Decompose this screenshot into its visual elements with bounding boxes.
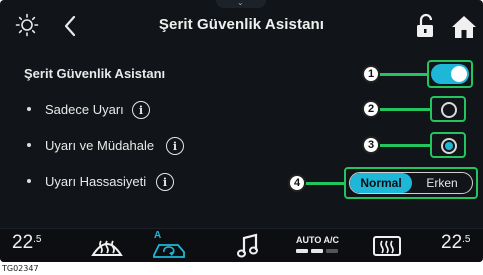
front-defrost-icon[interactable] xyxy=(90,232,124,260)
bullet xyxy=(27,107,31,111)
callout-3-leader xyxy=(380,144,431,147)
brightness-icon[interactable] xyxy=(14,12,40,38)
page-title: Şerit Güvenlik Asistanı xyxy=(158,16,325,33)
callout-1-leader xyxy=(380,73,428,76)
back-chevron-icon[interactable] xyxy=(60,13,80,39)
temp-right[interactable]: 22.5 xyxy=(441,232,470,254)
temp-left[interactable]: 22.5 xyxy=(12,232,41,254)
auto-recirc-badge: A xyxy=(154,230,162,241)
callout-2-marker: 2 xyxy=(362,100,380,118)
warning-sensitivity-label: Uyarı Hassasiyeti xyxy=(45,174,147,189)
lane-safety-assistant-label: Şerit Güvenlik Asistanı xyxy=(24,66,166,81)
info-icon[interactable]: i xyxy=(156,173,174,191)
infotainment-screen: ⌄ Şerit Güvenlik Asistanı Şerit Güvenlik… xyxy=(0,0,483,262)
auto-ac-label[interactable]: AUTO A/C xyxy=(296,235,339,245)
bullet xyxy=(27,179,31,183)
bullet xyxy=(27,143,31,147)
callout-4-highlight xyxy=(344,167,478,199)
info-icon[interactable]: i xyxy=(166,137,184,155)
callout-1-marker: 1 xyxy=(362,65,380,83)
callout-4-marker: 4 xyxy=(288,174,306,192)
info-icon[interactable]: i xyxy=(132,101,150,119)
temp-right-decimal: .5 xyxy=(462,234,471,245)
callout-3-marker: 3 xyxy=(362,136,380,154)
figure-code: TG02347 xyxy=(2,264,39,273)
header-bar: Şerit Güvenlik Asistanı xyxy=(0,0,483,58)
auto-ac-level-indicator xyxy=(296,249,338,253)
temp-right-value: 22 xyxy=(441,232,463,253)
warn-only-row[interactable]: Sadece Uyarı i xyxy=(0,94,483,128)
temp-left-value: 22 xyxy=(12,232,34,253)
callout-3-highlight xyxy=(430,132,466,158)
warn-only-label: Sadece Uyarı xyxy=(45,102,124,117)
temp-left-decimal: .5 xyxy=(33,234,42,245)
callout-2-highlight xyxy=(430,96,466,122)
home-icon[interactable] xyxy=(450,13,478,41)
callout-1-highlight xyxy=(427,60,473,88)
climate-bar: 22.5 A AUTO A/C 22.5 xyxy=(0,228,483,262)
music-note-icon[interactable] xyxy=(234,232,262,260)
warn-and-intervene-label: Uyarı ve Müdahale xyxy=(45,138,155,153)
rear-defrost-icon[interactable] xyxy=(370,232,404,260)
air-recirculation-icon[interactable]: A xyxy=(150,230,188,261)
callout-2-leader xyxy=(380,108,431,111)
unlock-icon[interactable] xyxy=(414,12,438,40)
warn-and-intervene-row[interactable]: Uyarı ve Müdahale i xyxy=(0,130,483,164)
callout-4-leader xyxy=(305,182,345,185)
